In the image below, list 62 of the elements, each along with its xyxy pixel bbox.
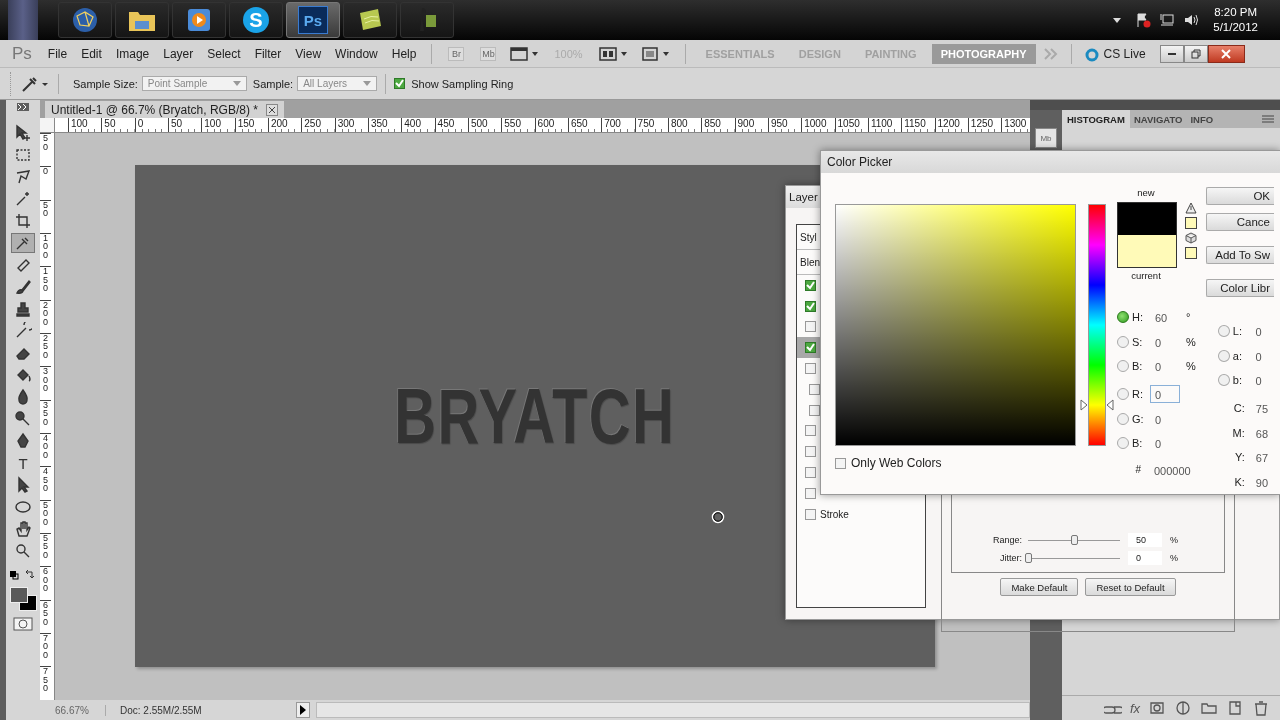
field-label: b: <box>1232 374 1243 387</box>
swatch-label: new <box>1136 187 1156 198</box>
ruler-label: 700 <box>40 632 51 667</box>
clock-date: 5/1/2012 <box>1213 20 1258 35</box>
ruler-label: 0 <box>40 166 51 200</box>
ruler-label: 550 <box>501 118 535 132</box>
field-label: # <box>1134 464 1142 476</box>
field-label: a: <box>1232 349 1243 362</box>
field-label: S: <box>1132 335 1144 348</box>
unit-label: % <box>1186 335 1196 348</box>
ruler-label: 100 <box>40 233 51 267</box>
ruler-label: 200 <box>40 299 51 333</box>
ruler-label: 50 <box>101 118 135 132</box>
ruler-label: 350 <box>40 399 51 433</box>
field-label: Y: <box>1234 451 1246 464</box>
ruler-label: 700 <box>601 118 635 132</box>
unit-label: % <box>1170 553 1178 563</box>
field-label: H: <box>1132 311 1144 324</box>
effect-label: Stroke <box>820 508 849 520</box>
dialog-title: Layer <box>789 191 818 203</box>
ruler-label: 600 <box>40 566 51 600</box>
ruler-label: 1150 <box>901 118 935 132</box>
ruler-label: 1000 <box>801 118 835 132</box>
slider-label: Range: <box>991 535 1023 545</box>
ruler-label: 400 <box>401 118 435 132</box>
field-label: C: <box>1232 402 1246 415</box>
ruler-label: 250 <box>40 332 51 367</box>
ruler-label: 300 <box>40 366 51 400</box>
ruler-label: 500 <box>40 499 51 533</box>
unit-label: % <box>1186 360 1196 373</box>
ruler-label: 400 <box>40 432 51 467</box>
field-label: K: <box>1233 475 1246 488</box>
swatch-label: current <box>1130 270 1162 281</box>
field-label: L: <box>1232 325 1243 338</box>
field-label: G: <box>1132 412 1145 425</box>
ruler-label: 450 <box>40 466 51 500</box>
unit-label: ° <box>1186 311 1191 324</box>
dialog-title: Color Picker <box>827 155 893 169</box>
checkbox-label: Show Sampling Ring <box>411 77 514 90</box>
ruler-label: 250 <box>301 118 335 132</box>
ruler-label: 550 <box>40 532 51 567</box>
ruler-label: 50 <box>40 199 51 233</box>
document-size: Doc: 2.55M/2.55M <box>119 704 203 716</box>
field-label: B: <box>1132 360 1144 373</box>
ruler-label: 50 <box>40 133 51 167</box>
slider-label: Jitter: <box>999 553 1023 563</box>
ruler-label: 650 <box>40 599 51 633</box>
field-label: M: <box>1231 426 1246 439</box>
unit-label: % <box>1170 535 1178 545</box>
ruler-label: 150 <box>40 266 51 300</box>
field-label: R: <box>1132 388 1144 401</box>
ruler-label: 750 <box>40 666 51 700</box>
ruler-label: 850 <box>701 118 735 132</box>
s-logo-icon: S <box>243 7 269 33</box>
app-logo: Ps <box>12 43 32 64</box>
ruler-label: 100 <box>201 118 235 132</box>
ps-logo-icon: Ps <box>298 6 328 34</box>
checkbox-label: Only Web Colors <box>851 456 942 470</box>
clock-time: 8:20 PM <box>1214 5 1258 20</box>
sample-label: Sample: <box>252 77 294 90</box>
sample-size-label: Sample Size: <box>73 77 138 90</box>
field-label: B: <box>1132 437 1144 450</box>
